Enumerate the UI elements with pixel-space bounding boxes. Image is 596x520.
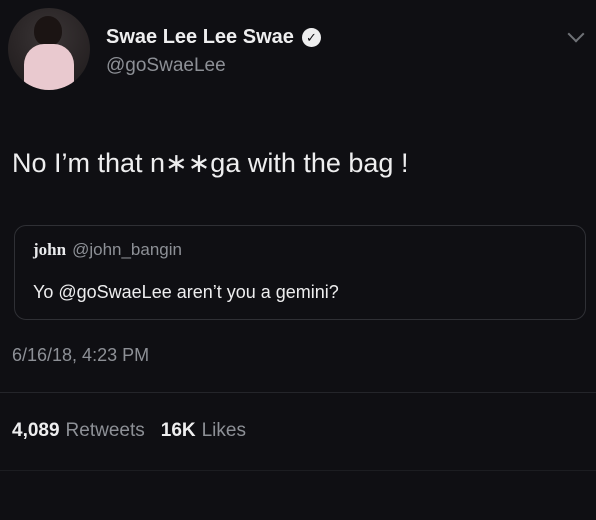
quoted-tweet[interactable]: john @john_bangin Yo @goSwaeLee aren’t yo… <box>14 225 586 320</box>
author-name-row[interactable]: Swae Lee Lee Swae ✓ <box>106 26 321 49</box>
retweets-stat[interactable]: 4,089 Retweets <box>12 420 145 441</box>
quoted-tweet-text: Yo @goSwaeLee aren’t you a gemini? <box>33 282 339 302</box>
tweet-stats: 4,089 Retweets 16K Likes <box>12 420 246 442</box>
quoted-tweet-header: john @john_bangin <box>33 240 182 260</box>
likes-stat[interactable]: 16K Likes <box>161 420 246 441</box>
avatar[interactable] <box>8 8 90 90</box>
avatar-figure-body <box>24 44 74 90</box>
divider <box>0 392 596 393</box>
retweets-label: Retweets <box>65 420 145 441</box>
author-handle[interactable]: @goSwaeLee <box>106 55 226 77</box>
verified-badge-icon: ✓ <box>301 28 321 47</box>
likes-count: 16K <box>160 420 196 441</box>
quoted-tweet-handle: @john_bangin <box>72 240 182 259</box>
retweets-count: 4,089 <box>12 420 60 441</box>
tweet-text: No I’m that n∗∗ga with the bag ! <box>12 148 409 178</box>
author-display-name[interactable]: Swae Lee Lee Swae <box>106 26 294 49</box>
chevron-down-icon[interactable] <box>567 25 585 43</box>
quoted-tweet-name: john <box>33 240 67 259</box>
likes-label: Likes <box>201 420 246 441</box>
avatar-figure-head <box>34 16 62 46</box>
tweet-timestamp[interactable]: 6/16/18, 4:23 PM <box>12 345 149 366</box>
divider-bottom <box>0 470 596 471</box>
